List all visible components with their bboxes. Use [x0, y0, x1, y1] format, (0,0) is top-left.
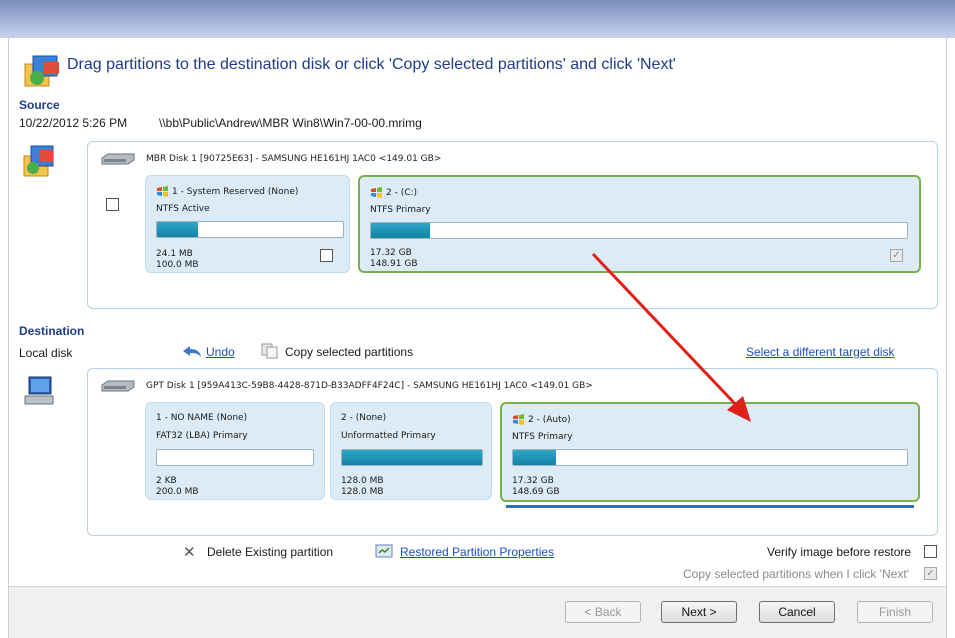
windows-flag-icon — [371, 187, 382, 198]
source-partition-1[interactable]: 1 - System Reserved (None) NTFS Active 2… — [145, 175, 350, 273]
hard-disk-icon — [101, 380, 135, 392]
partition-total: 100.0 MB — [156, 260, 199, 270]
finish-button[interactable]: Finish — [857, 601, 933, 623]
wizard-button-bar: < Back Next > Cancel Finish — [9, 586, 946, 638]
destination-partition-2[interactable]: 2 - (None) Unformatted Primary 128.0 MB … — [330, 402, 492, 500]
usage-bar — [156, 221, 344, 238]
back-button[interactable]: < Back — [565, 601, 641, 623]
usage-bar-fill — [513, 450, 557, 465]
partition-fs: FAT32 (LBA) Primary — [156, 431, 248, 441]
partition-used: 17.32 GB — [512, 476, 554, 486]
usage-bar — [512, 449, 908, 466]
partition-position-indicator — [506, 505, 914, 508]
destination-label: Destination — [19, 324, 85, 338]
copy-icon — [261, 343, 278, 359]
instruction-text: Drag partitions to the destination disk … — [67, 56, 676, 73]
partition-select-checkbox[interactable] — [320, 249, 333, 262]
restore-wizard-icon — [24, 55, 59, 87]
undo-arrow-icon[interactable] — [181, 345, 203, 359]
verify-image-checkbox[interactable] — [924, 545, 937, 558]
usage-bar — [341, 449, 483, 466]
partition-name: 1 - NO NAME (None) — [156, 413, 248, 423]
windows-flag-icon — [513, 414, 524, 425]
next-button[interactable]: Next > — [661, 601, 737, 623]
cancel-button[interactable]: Cancel — [759, 601, 835, 623]
source-disk-title: MBR Disk 1 [90725E63] - SAMSUNG HE161HJ … — [146, 154, 442, 164]
local-computer-icon — [24, 376, 54, 405]
usage-bar-fill — [157, 222, 198, 237]
partition-used: 17.32 GB — [370, 248, 412, 258]
source-label: Source — [19, 98, 60, 112]
partition-total: 128.0 MB — [341, 487, 384, 497]
partition-used: 24.1 MB — [156, 249, 193, 259]
windows-flag-icon — [157, 186, 168, 197]
copy-on-next-checkbox[interactable]: ✓ — [924, 567, 937, 580]
partition-select-checkbox[interactable]: ✓ — [890, 249, 903, 262]
restored-partition-properties-link[interactable]: Restored Partition Properties — [400, 545, 554, 559]
usage-bar — [156, 449, 314, 466]
partition-used: 128.0 MB — [341, 476, 384, 486]
usage-bar-fill — [371, 223, 430, 238]
partition-name: 2 - (C:) — [370, 187, 417, 198]
source-disk-checkbox[interactable] — [106, 198, 119, 211]
source-disk-panel: MBR Disk 1 [90725E63] - SAMSUNG HE161HJ … — [87, 141, 938, 309]
window-title-bar — [0, 0, 955, 38]
usage-bar — [370, 222, 908, 239]
partition-name: 2 - (None) — [341, 413, 387, 423]
copy-selected-partitions-button[interactable]: Copy selected partitions — [285, 345, 413, 359]
partition-total: 148.69 GB — [512, 487, 560, 497]
partition-total: 200.0 MB — [156, 487, 199, 497]
destination-disk-title: GPT Disk 1 [959A413C-59B8-4428-871D-B33A… — [146, 381, 593, 391]
select-target-disk-link[interactable]: Select a different target disk — [746, 345, 895, 359]
drag-arrow-annotation — [591, 252, 751, 422]
hard-disk-icon — [101, 153, 135, 165]
destination-partition-1[interactable]: 1 - NO NAME (None) FAT32 (LBA) Primary 2… — [145, 402, 325, 500]
partition-fs: NTFS Primary — [370, 205, 431, 215]
partition-name: 2 - (Auto) — [512, 414, 571, 425]
restore-wizard-window: Drag partitions to the destination disk … — [8, 38, 947, 638]
source-image-path: \\bb\Public\Andrew\MBR Win8\Win7-00-00.m… — [159, 116, 422, 130]
partition-fs: Unformatted Primary — [341, 431, 436, 441]
verify-image-label: Verify image before restore — [767, 545, 912, 559]
undo-link[interactable]: Undo — [206, 345, 235, 359]
partition-fs: NTFS Active — [156, 204, 210, 214]
partition-properties-icon — [375, 544, 393, 558]
delete-existing-partition-button[interactable]: Delete Existing partition — [207, 545, 333, 559]
destination-sublabel: Local disk — [19, 346, 73, 360]
destination-disk-panel: GPT Disk 1 [959A413C-59B8-4428-871D-B33A… — [87, 368, 938, 536]
partition-name: 1 - System Reserved (None) — [156, 186, 298, 197]
delete-x-icon[interactable]: ✕ — [183, 543, 196, 561]
copy-on-next-label: Copy selected partitions when I click 'N… — [683, 567, 910, 581]
source-datetime: 10/22/2012 5:26 PM — [19, 116, 128, 130]
partition-total: 148.91 GB — [370, 259, 418, 269]
partition-used: 2 KB — [156, 476, 177, 486]
partition-fs: NTFS Primary — [512, 432, 573, 442]
usage-bar-fill — [342, 450, 482, 465]
image-file-icon — [23, 145, 54, 177]
